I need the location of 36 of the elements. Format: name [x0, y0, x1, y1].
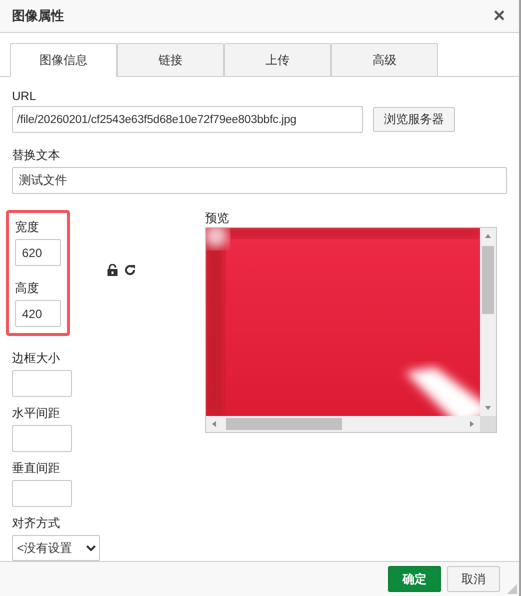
field-label: 边框大小	[12, 350, 61, 368]
spacing-field[interactable]	[12, 425, 72, 452]
field-label: URL	[12, 89, 38, 104]
preview-label: 预览	[205, 210, 230, 228]
tab[interactable]: 图像信息	[10, 43, 117, 78]
close-button[interactable]: ×	[493, 6, 505, 26]
field-label: 对齐方式	[12, 515, 61, 532]
tab[interactable]: 上传	[224, 43, 331, 78]
scroll-down-icon[interactable]	[484, 404, 492, 412]
browse-server-button[interactable]: 浏览服务器	[373, 107, 455, 132]
alt-text-field[interactable]: 测试文件	[12, 167, 507, 194]
reset-icon[interactable]	[124, 264, 136, 276]
cancel-button[interactable]: 取消	[447, 566, 500, 592]
field-label: 替换文本	[12, 147, 61, 164]
width-field[interactable]: 620	[15, 239, 61, 266]
field-label: 水平间距	[12, 405, 61, 422]
tab[interactable]: 高级	[331, 43, 438, 78]
spacing-field[interactable]	[12, 480, 72, 508]
vertical-scrollbar[interactable]	[480, 228, 496, 416]
spacing-field[interactable]	[12, 370, 72, 398]
scrollbar-corner	[480, 416, 496, 432]
field-label: 宽度	[15, 219, 40, 236]
resize-grip-icon[interactable]	[507, 584, 517, 594]
height-field[interactable]: 420	[15, 300, 61, 328]
scroll-right-icon[interactable]	[468, 420, 476, 428]
field-label: 垂直间距	[12, 460, 61, 478]
scroll-up-icon[interactable]	[484, 232, 492, 240]
field-label: 高度	[15, 280, 40, 298]
scroll-left-icon[interactable]	[210, 420, 218, 428]
url-field[interactable]: /file/20260201/cf2543e63f5d68e10e72f79ee803bbfc.jpg	[12, 106, 363, 134]
dialog-title: 图像属性	[12, 7, 64, 26]
horizontal-scrollbar[interactable]	[206, 416, 480, 432]
align-select[interactable]: <没有设置	[12, 535, 100, 562]
confirm-button[interactable]: 确定	[388, 566, 441, 592]
tab[interactable]: 链接	[117, 43, 224, 78]
unlock-icon[interactable]	[107, 264, 118, 276]
